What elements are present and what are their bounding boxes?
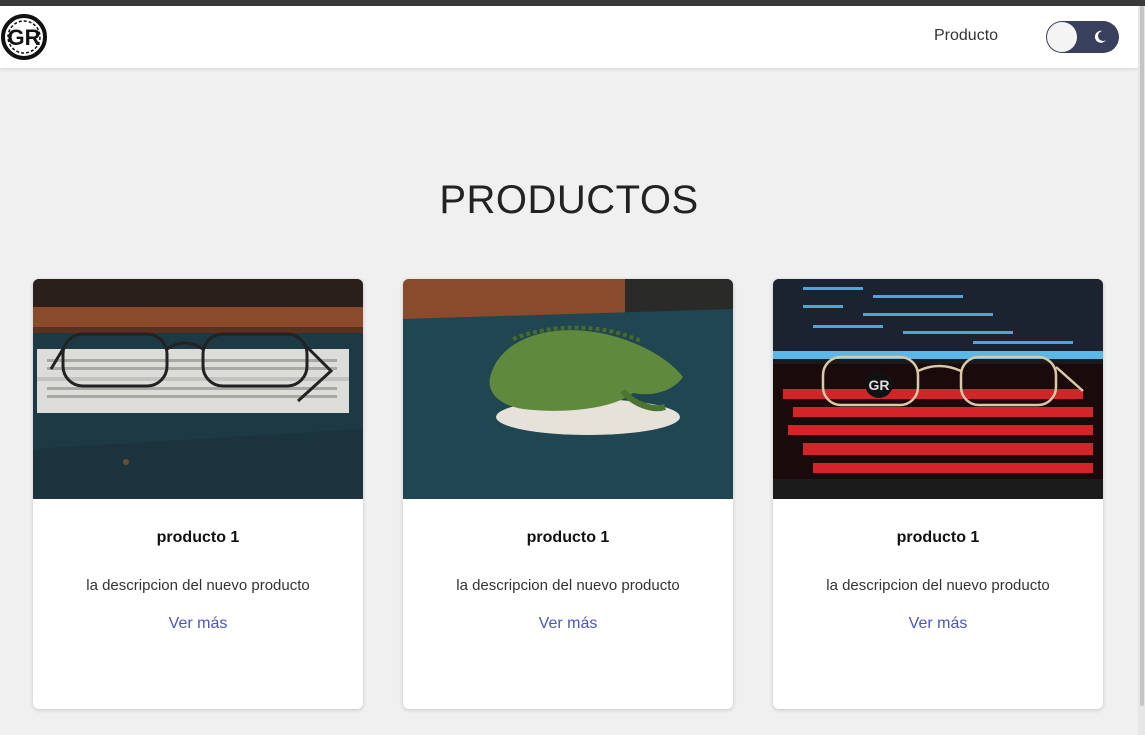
product-card: producto 1 la descripcion del nuevo prod…	[33, 279, 363, 709]
product-card: producto 1 la descripcion del nuevo prod…	[403, 279, 733, 709]
product-image: GR	[773, 279, 1103, 499]
product-image	[403, 279, 733, 499]
moon-icon	[1094, 30, 1106, 43]
toggle-knob	[1047, 22, 1077, 52]
ver-mas-link[interactable]: Ver más	[403, 615, 733, 633]
card-description: la descripcion del nuevo producto	[86, 577, 310, 594]
dark-mode-toggle[interactable]	[1046, 21, 1119, 53]
page-title: PRODUCTOS	[439, 178, 699, 222]
card-description: la descripcion del nuevo producto	[456, 577, 680, 594]
brand-logo[interactable]: GR	[0, 12, 48, 62]
card-title: producto 1	[526, 529, 610, 546]
nav-link-producto[interactable]: Producto	[934, 27, 998, 45]
card-title: producto 1	[896, 529, 980, 546]
scrollbar-thumb[interactable]	[1140, 6, 1144, 706]
svg-text:GR: GR	[8, 25, 41, 50]
svg-text:GR: GR	[869, 377, 890, 393]
product-card: GR producto 1 la descripcion del nuevo p…	[773, 279, 1103, 709]
card-title: producto 1	[156, 529, 240, 546]
navbar: GR Producto	[0, 6, 1138, 68]
ver-mas-link[interactable]: Ver más	[33, 615, 363, 633]
product-image	[33, 279, 363, 499]
ver-mas-link[interactable]: Ver más	[773, 615, 1103, 633]
card-description: la descripcion del nuevo producto	[826, 577, 1050, 594]
